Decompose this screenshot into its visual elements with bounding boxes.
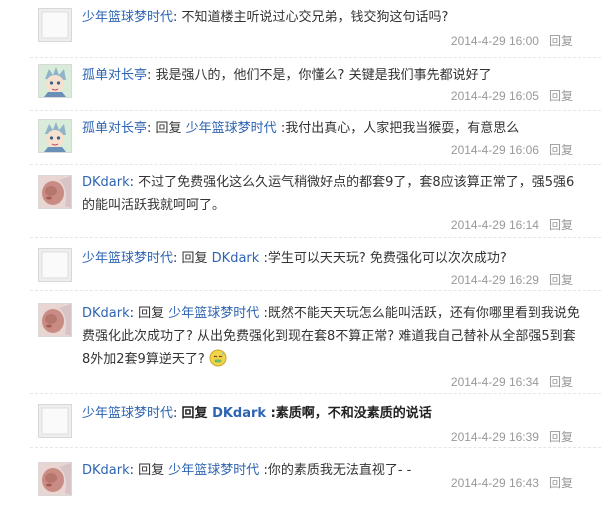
sweat-emoji-icon (209, 349, 227, 367)
reply-item: DKdark: 不过了免费强化这么久运气稍微好点的都套9了，套8应该算正常了，强… (30, 165, 601, 238)
reply-item: 少年篮球梦时代: 回复 DKdark :学生可以天天玩? 免费强化可以次次成功?… (30, 238, 601, 291)
reply-button[interactable]: 回复 (549, 218, 573, 232)
reply-author[interactable]: 少年篮球梦时代 (82, 10, 173, 25)
reply-content: :素质啊，不和没素质的说话 (266, 406, 432, 421)
colon: : (129, 175, 139, 190)
reply-item: DKdark: 回复 少年篮球梦时代 :既然不能天天玩怎么能叫活跃，还有你哪里看… (30, 291, 601, 394)
reply-time: 2014-4-29 16:39 (450, 430, 539, 444)
reply-prefix: 回复 (181, 406, 213, 421)
mention-link[interactable]: 少年篮球梦时代 (186, 121, 277, 136)
mention-link[interactable]: 少年篮球梦时代 (168, 306, 259, 321)
mention-link[interactable]: DKdark (212, 251, 260, 266)
default-avatar-icon[interactable] (38, 404, 72, 438)
reply-content: :我付出真心，人家把我当猴耍，有意思么 (276, 121, 520, 136)
anime-character-avatar[interactable] (38, 64, 72, 98)
reply-button[interactable]: 回复 (549, 143, 573, 157)
reply-time: 2014-4-29 16:14 (450, 218, 539, 232)
reply-prefix: 回复 (138, 306, 169, 321)
reply-thread: 少年篮球梦时代: 不知道楼主听说过心交兄弟，钱交狗这句话吗? 2014-4-29… (0, 0, 601, 513)
reply-item: 少年篮球梦时代: 回复 DKdark :素质啊，不和没素质的说话 2014-4-… (30, 394, 601, 448)
default-avatar-icon[interactable] (38, 248, 72, 282)
colon: : (173, 406, 182, 421)
reply-content: :你的素质我无法直视了- - (259, 463, 412, 478)
baby-photo-avatar[interactable] (38, 175, 72, 209)
reply-author[interactable]: DKdark (82, 175, 130, 190)
colon: : (147, 121, 156, 136)
reply-button[interactable]: 回复 (549, 273, 573, 287)
reply-time: 2014-4-29 16:43 (450, 476, 539, 490)
colon: : (147, 68, 156, 83)
reply-prefix: 回复 (138, 463, 169, 478)
reply-time: 2014-4-29 16:29 (450, 273, 539, 287)
reply-item: 孤单对长亭: 回复 少年篮球梦时代 :我付出真心，人家把我当猴耍，有意思么 20… (30, 111, 601, 165)
reply-content: :学生可以天天玩? 免费强化可以次次成功? (259, 251, 507, 266)
reply-button[interactable]: 回复 (549, 476, 573, 490)
reply-time: 2014-4-29 16:06 (450, 143, 539, 157)
colon: : (173, 10, 182, 25)
reply-button[interactable]: 回复 (549, 89, 573, 103)
reply-author[interactable]: 孤单对长亭 (82, 121, 147, 136)
baby-photo-avatar[interactable] (38, 462, 72, 496)
baby-photo-avatar[interactable] (38, 303, 72, 337)
reply-time: 2014-4-29 16:05 (450, 89, 539, 103)
mention-link[interactable]: DKdark (212, 406, 266, 421)
reply-content: 不过了免费强化这么久运气稍微好点的都套9了，套8应该算正常了，强5强6的能叫活跃… (82, 175, 575, 213)
default-avatar-icon[interactable] (38, 8, 72, 42)
anime-character-avatar[interactable] (38, 119, 72, 153)
reply-item: 孤单对长亭: 我是强八的，他们不是，你懂么? 关键是我们事先都说好了 2014-… (30, 58, 601, 111)
reply-author[interactable]: 少年篮球梦时代 (82, 251, 173, 266)
reply-content: 不知道楼主听说过心交兄弟，钱交狗这句话吗? (181, 10, 449, 25)
reply-button[interactable]: 回复 (549, 375, 573, 389)
reply-time: 2014-4-29 16:00 (450, 34, 539, 48)
reply-button[interactable]: 回复 (549, 34, 573, 48)
reply-author[interactable]: DKdark (82, 463, 130, 478)
reply-author[interactable]: DKdark (82, 306, 130, 321)
reply-content: 我是强八的，他们不是，你懂么? 关键是我们事先都说好了 (155, 68, 492, 83)
reply-button[interactable]: 回复 (549, 430, 573, 444)
reply-prefix: 回复 (181, 251, 212, 266)
reply-prefix: 回复 (155, 121, 186, 136)
colon: : (129, 463, 139, 478)
reply-author[interactable]: 孤单对长亭 (82, 68, 147, 83)
reply-time: 2014-4-29 16:34 (450, 375, 539, 389)
colon: : (173, 251, 182, 266)
reply-item: DKdark: 回复 少年篮球梦时代 :你的素质我无法直视了- - 2014-4… (30, 448, 601, 513)
colon: : (129, 306, 139, 321)
mention-link[interactable]: 少年篮球梦时代 (168, 463, 259, 478)
reply-author[interactable]: 少年篮球梦时代 (82, 406, 173, 421)
reply-item: 少年篮球梦时代: 不知道楼主听说过心交兄弟，钱交狗这句话吗? 2014-4-29… (30, 0, 601, 58)
